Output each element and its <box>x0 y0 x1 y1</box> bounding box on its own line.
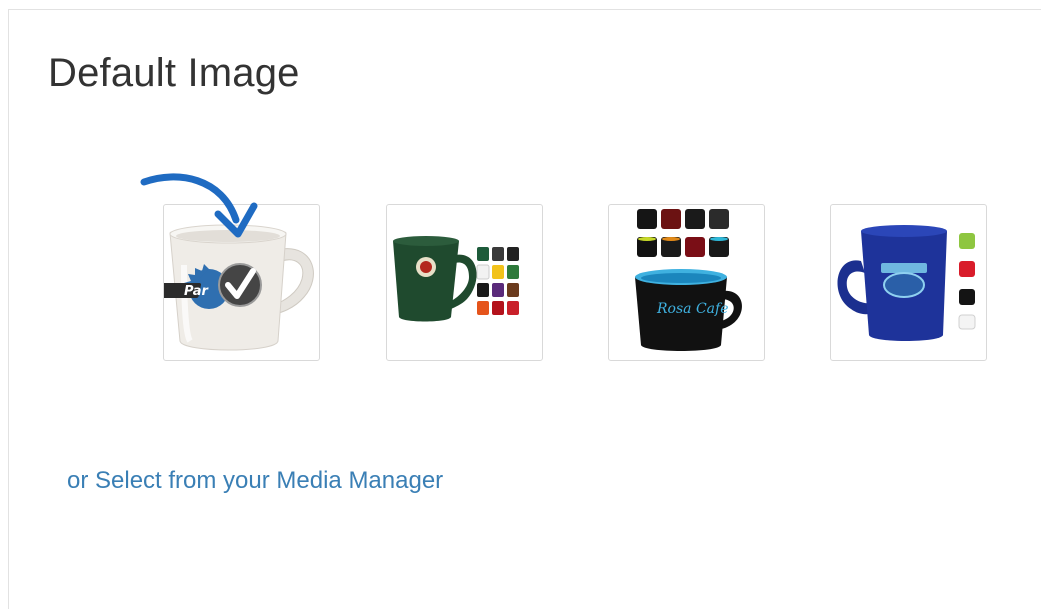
selected-check-badge <box>218 263 262 307</box>
green-mug-image <box>393 236 519 322</box>
thumbnail-blue-mug[interactable] <box>830 204 987 361</box>
black-bistro-mug-image: Rosa Cafe <box>635 209 742 351</box>
blue-mug-image <box>837 225 976 341</box>
select-from-media-manager-link[interactable]: or Select from your Media Manager <box>67 467 443 495</box>
section-title: Default Image <box>48 51 300 95</box>
thumbnail-white-mug[interactable]: Par <box>163 204 320 361</box>
svg-text:Rosa Cafe: Rosa Cafe <box>656 301 728 317</box>
thumbnail-black-bistro-mug[interactable]: Rosa Cafe <box>608 204 765 361</box>
thumbnail-green-mug[interactable] <box>386 204 543 361</box>
svg-text:Par: Par <box>184 284 209 299</box>
